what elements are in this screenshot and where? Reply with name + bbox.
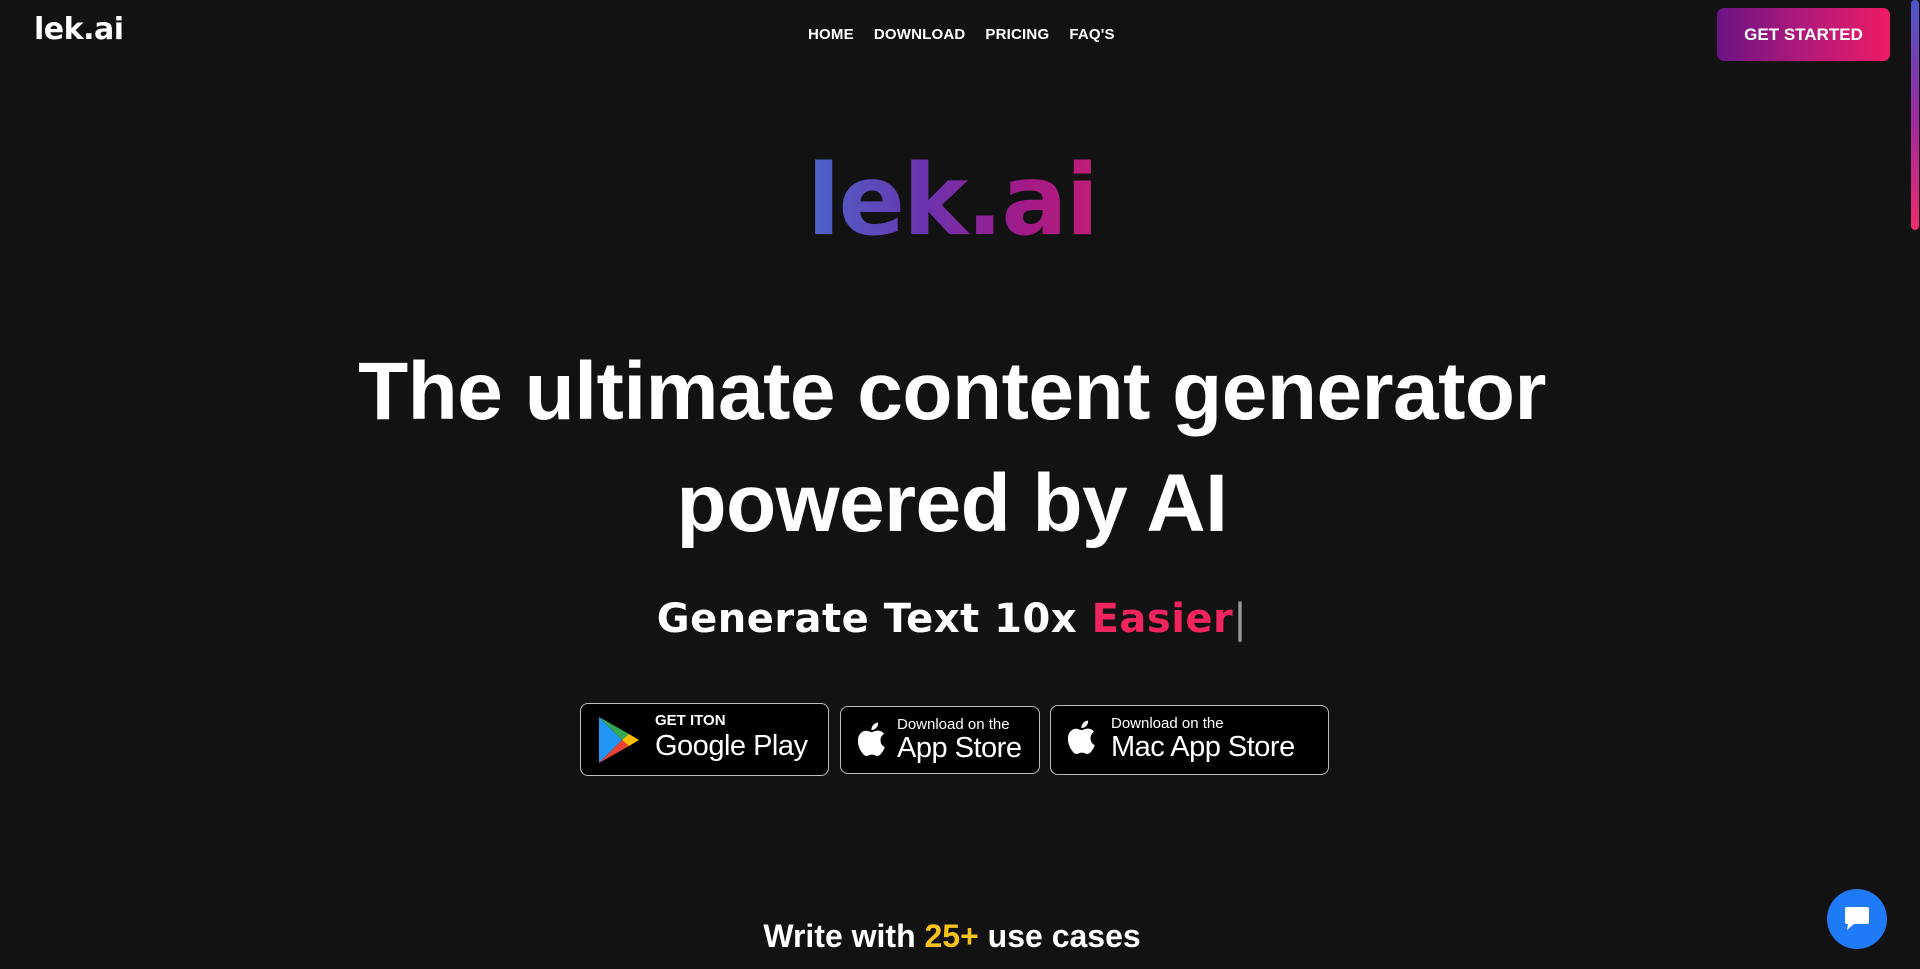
google-play-small-text: GET ITON xyxy=(655,712,726,729)
typing-cursor: | xyxy=(1233,596,1248,642)
hero-subheadline: Generate Text 10x Easier| xyxy=(0,596,1904,642)
scrollbar-thumb[interactable] xyxy=(1911,0,1919,230)
app-store-small-text: Download on the xyxy=(897,716,1010,733)
mac-app-store-badge[interactable]: Download on the Mac App Store xyxy=(1050,705,1329,775)
hero-headline: The ultimate content generator powered b… xyxy=(0,336,1904,560)
chat-icon xyxy=(1845,907,1869,930)
chat-widget-button[interactable] xyxy=(1827,889,1887,949)
brand-logo[interactable]: lek.ai xyxy=(34,12,124,47)
main-nav: HOME DOWNLOAD PRICING FAQ'S xyxy=(808,26,1115,43)
use-cases-count: 25+ xyxy=(924,918,979,954)
hero-logo-text: lek.ai xyxy=(806,144,1099,258)
google-play-icon xyxy=(599,717,639,763)
apple-icon xyxy=(857,722,885,756)
top-navigation-bar: lek.ai HOME DOWNLOAD PRICING FAQ'S GET S… xyxy=(0,0,1904,70)
use-cases-prefix: Write with xyxy=(763,918,925,954)
subheadline-accent-word: Easier xyxy=(1091,596,1234,642)
use-cases-suffix: use cases xyxy=(978,918,1141,954)
nav-home[interactable]: HOME xyxy=(808,26,854,43)
hero-logo: lek.ai xyxy=(0,152,1904,250)
google-play-badge[interactable]: GET ITON Google Play xyxy=(580,703,829,776)
headline-line-1: The ultimate content generator xyxy=(358,346,1546,437)
get-started-button[interactable]: GET STARTED xyxy=(1717,8,1890,61)
nav-pricing[interactable]: PRICING xyxy=(985,26,1049,43)
headline-line-2: powered by AI xyxy=(676,458,1228,549)
mac-app-store-small-text: Download on the xyxy=(1111,715,1224,732)
subheadline-prefix: Generate Text 10x xyxy=(656,596,1092,642)
nav-download[interactable]: DOWNLOAD xyxy=(874,26,966,43)
app-store-big-text: App Store xyxy=(897,732,1022,764)
use-cases-heading: Write with 25+ use cases xyxy=(0,918,1904,955)
apple-icon xyxy=(1067,720,1095,754)
mac-app-store-big-text: Mac App Store xyxy=(1111,731,1295,763)
app-store-badge[interactable]: Download on the App Store xyxy=(840,706,1040,774)
google-play-big-text: Google Play xyxy=(655,730,808,762)
nav-faqs[interactable]: FAQ'S xyxy=(1069,26,1114,43)
